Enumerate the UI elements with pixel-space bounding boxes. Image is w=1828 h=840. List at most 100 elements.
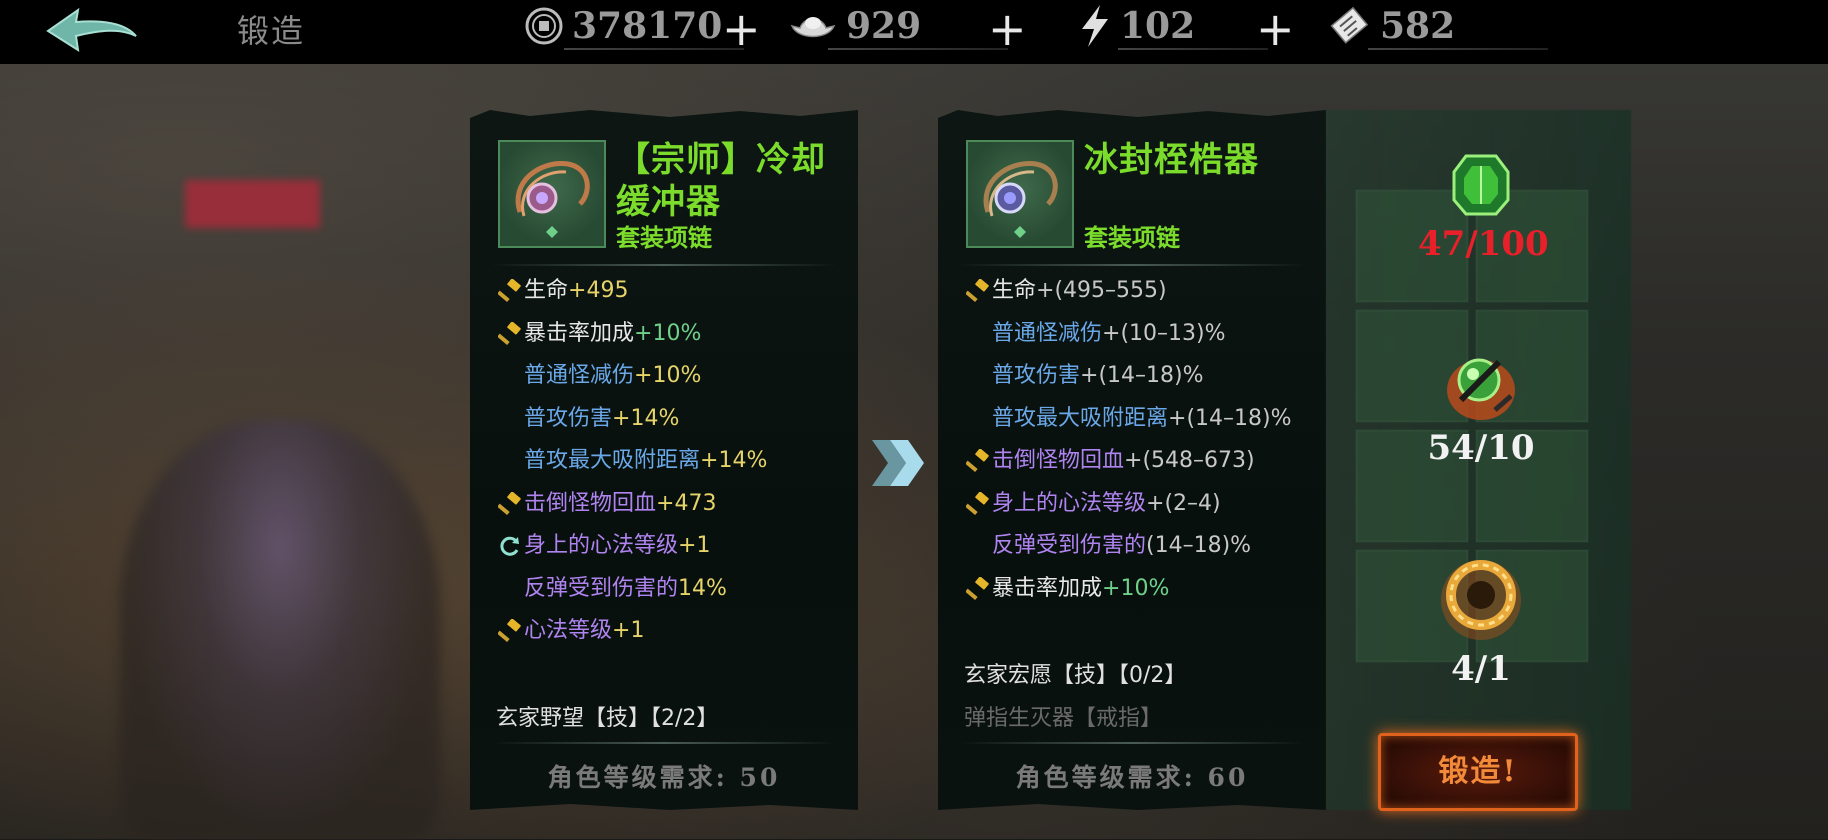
- item-name-line2: 缓冲器: [616, 182, 721, 222]
- top-bar: 锻造 378170 + 929 + 102 + 582: [0, 0, 1828, 64]
- stat-value: +14%: [612, 405, 680, 431]
- stat-label: 暴击率加成: [992, 575, 1103, 601]
- green-gem-icon: [1452, 154, 1510, 216]
- add-coin-button[interactable]: +: [722, 6, 761, 52]
- add-silver-button[interactable]: +: [988, 6, 1027, 52]
- golden-ring-icon: [1441, 560, 1521, 640]
- stat-value: +495: [568, 278, 629, 303]
- stat-label: 普通怪减伤: [524, 363, 635, 388]
- divider: [958, 742, 1306, 744]
- stat-value: +(14–18)%: [1080, 363, 1204, 388]
- stat-row: 普攻最大吸附距离+14%: [498, 446, 767, 476]
- item-type: 套装项链: [616, 223, 712, 252]
- hammer-icon: [966, 449, 989, 473]
- set-bonus: 玄家宏愿【技】【0/2】: [964, 663, 1187, 688]
- stat-value: +(548–673): [1124, 448, 1255, 473]
- stat-value: +(10–13)%: [1102, 320, 1226, 346]
- hammer-icon: [966, 576, 989, 600]
- ticket-icon: [1330, 6, 1369, 44]
- set-bonus: 玄家野望【技】【2/2】: [496, 706, 719, 731]
- material-count: 54/10: [1427, 428, 1535, 468]
- stat-row: 反弹受到伤害的(14–18)%: [966, 531, 1251, 561]
- stat-label: 普攻最大吸附距离: [524, 448, 701, 473]
- stat-value: +1: [678, 533, 711, 558]
- stat-value: +14%: [700, 448, 768, 473]
- stat-row: 普通怪减伤+(10–13)%: [966, 319, 1226, 349]
- hammer-icon: [498, 279, 521, 303]
- stat-label: 暴击率加成: [524, 320, 635, 346]
- item-type: 套装项链: [1084, 223, 1180, 252]
- hammer-icon: [498, 619, 521, 643]
- stat-label: 普攻伤害: [992, 363, 1081, 388]
- item-name-line1: 【宗师】冷却: [616, 140, 826, 180]
- stat-row: 暴击率加成+10%: [966, 574, 1169, 604]
- stat-label: 普攻最大吸附距离: [992, 405, 1169, 431]
- hammer-icon: [966, 279, 989, 303]
- stat-value: +(495–555): [1036, 278, 1167, 303]
- green-orb-icon: [1447, 358, 1515, 420]
- set-bonus: 弹指生灭器【戒指】: [964, 706, 1163, 731]
- level-requirement: 角色等级需求: 50: [547, 763, 781, 792]
- hammer-icon: [966, 491, 989, 515]
- stat-row: 生命+495: [498, 276, 628, 306]
- reforge-icon: [500, 536, 519, 556]
- stat-row: 身上的心法等级+(2–4): [966, 489, 1221, 519]
- stat-label: 普通怪减伤: [992, 320, 1103, 346]
- upgrade-arrow-icon: [872, 440, 924, 486]
- background-character: [120, 420, 440, 840]
- stat-label: 心法等级: [524, 618, 613, 643]
- hammer-icon: [498, 491, 521, 515]
- silver-resource: 929: [788, 4, 1008, 50]
- stat-label: 反弹受到伤害的: [992, 533, 1147, 558]
- stat-label: 生命: [524, 278, 569, 303]
- stat-row: 反弹受到伤害的14%: [498, 574, 727, 604]
- stat-value: +(14–18)%: [1168, 405, 1292, 431]
- stat-row: 身上的心法等级+1: [498, 531, 710, 561]
- current-item-panel: 【宗师】冷却 缓冲器 套装项链 生命+495 暴击率加成+10% 普通怪减伤+10%…: [470, 110, 858, 810]
- silver-ingot-icon: [790, 17, 836, 38]
- material-count: 47/100: [1418, 224, 1549, 264]
- level-requirement: 角色等级需求: 60: [1015, 763, 1249, 792]
- hammer-icon: [498, 321, 521, 345]
- stat-row: 击倒怪物回血+(548–673): [966, 446, 1255, 476]
- stat-value: 14%: [678, 575, 727, 601]
- stat-label: 身上的心法等级: [524, 533, 679, 558]
- back-arrow-icon[interactable]: [40, 6, 140, 56]
- stat-row: 暴击率加成+10%: [498, 319, 701, 349]
- divider: [490, 742, 838, 744]
- add-energy-button[interactable]: +: [1256, 6, 1295, 52]
- necklace-icon[interactable]: [498, 140, 606, 248]
- stat-row: 普攻伤害+14%: [498, 404, 679, 434]
- stat-label: 普攻伤害: [524, 405, 613, 431]
- stat-value: +10%: [634, 320, 702, 346]
- stat-row: 生命+(495–555): [966, 276, 1167, 306]
- lightning-icon: [1082, 5, 1108, 47]
- material-slot-orb[interactable]: 54/10: [1418, 340, 1544, 468]
- necklace-icon[interactable]: [966, 140, 1074, 248]
- stat-value: +1: [612, 618, 645, 643]
- stat-label: 生命: [992, 278, 1037, 303]
- forge-button[interactable]: 锻造!: [1378, 733, 1578, 811]
- item-name-line1: 冰封桎梏器: [1084, 140, 1259, 180]
- coin-amount: 378170: [572, 5, 723, 47]
- material-slot-gem[interactable]: 47/100: [1418, 150, 1549, 264]
- stat-label: 身上的心法等级: [992, 490, 1147, 516]
- coin-icon: [525, 7, 563, 45]
- stat-label: 反弹受到伤害的: [524, 575, 679, 601]
- stat-row: 普攻最大吸附距离+(14–18)%: [966, 404, 1292, 434]
- stat-value: (14–18)%: [1146, 533, 1252, 558]
- stat-label: 击倒怪物回血: [992, 448, 1125, 473]
- stat-value: +10%: [634, 363, 702, 388]
- background-sign: [185, 180, 320, 228]
- stat-label: 击倒怪物回血: [524, 490, 657, 516]
- stat-value: +(2–4): [1146, 490, 1221, 516]
- stat-row: 普攻伤害+(14–18)%: [966, 361, 1204, 391]
- ticket-amount: 582: [1380, 5, 1456, 47]
- energy-resource: 102: [1078, 4, 1268, 50]
- divider: [958, 264, 1306, 266]
- stat-row: 普通怪减伤+10%: [498, 361, 701, 391]
- material-slot-ring[interactable]: 4/1: [1418, 545, 1544, 689]
- stat-value: +10%: [1102, 575, 1170, 601]
- divider: [490, 264, 838, 266]
- ticket-resource: 582: [1328, 4, 1548, 50]
